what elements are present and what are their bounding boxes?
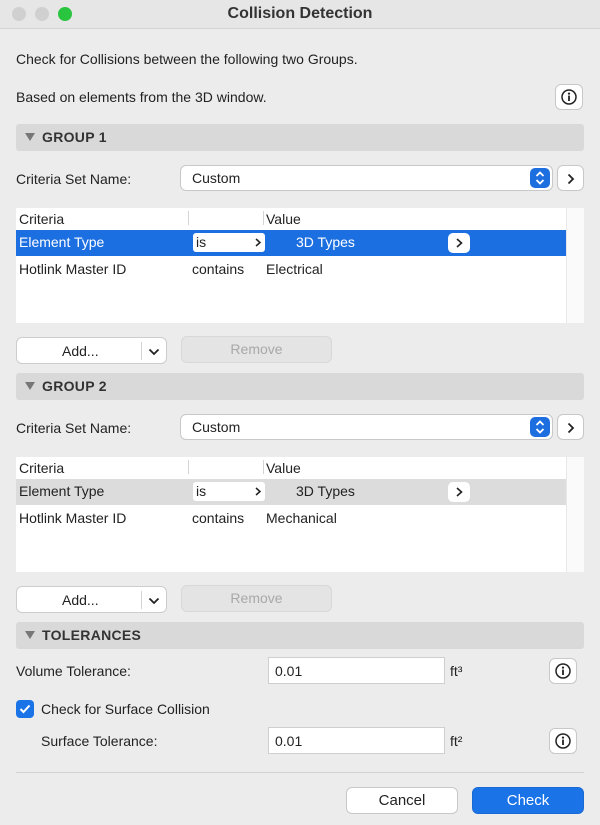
tolerances-header[interactable]: TOLERANCES xyxy=(16,622,584,649)
volume-tolerance-label: Volume Tolerance: xyxy=(16,663,131,679)
table-row[interactable]: Hotlink Master ID contains Electrical xyxy=(16,257,567,283)
operator-popup[interactable]: is xyxy=(193,233,265,252)
table-header: Criteria Value xyxy=(16,457,567,480)
group2-criteria-set-popup[interactable]: Custom xyxy=(180,414,553,440)
window-title: Collision Detection xyxy=(227,5,373,22)
surface-info-button[interactable] xyxy=(549,728,577,754)
value-more-button[interactable] xyxy=(448,233,470,253)
group2-criteria-table: Criteria Value Element Type is 3D Types … xyxy=(16,457,584,572)
group1-criteria-set-popup[interactable]: Custom xyxy=(180,165,553,191)
chevron-right-icon xyxy=(255,238,261,247)
info-icon xyxy=(555,663,571,679)
table-row[interactable]: Hotlink Master ID contains Mechanical xyxy=(16,506,567,532)
intro-text: Check for Collisions between the followi… xyxy=(16,51,358,67)
surface-tolerance-label: Surface Tolerance: xyxy=(41,733,158,749)
chevron-right-icon xyxy=(456,487,463,497)
group1-criteria-set-label: Criteria Set Name: xyxy=(16,171,132,187)
table-scrollbar[interactable] xyxy=(566,457,584,572)
value-more-button[interactable] xyxy=(448,482,470,502)
operator-popup[interactable]: is xyxy=(193,482,265,501)
info-icon xyxy=(555,733,571,749)
chevron-right-icon xyxy=(567,422,575,434)
chevron-right-icon xyxy=(255,487,261,496)
disclosure-triangle-icon xyxy=(25,382,35,390)
group2-criteria-set-more-button[interactable] xyxy=(557,414,584,440)
disclosure-triangle-icon xyxy=(25,133,35,141)
group1-remove-button[interactable]: Remove xyxy=(181,336,332,363)
group1-header[interactable]: GROUP 1 xyxy=(16,124,584,151)
group1-criteria-set-more-button[interactable] xyxy=(557,165,584,191)
surface-tolerance-input[interactable]: 0.01 xyxy=(268,727,445,754)
checkmark-icon xyxy=(19,704,31,714)
group1-add-button[interactable]: Add... xyxy=(16,337,167,364)
check-button[interactable]: Check xyxy=(472,787,584,814)
chevron-down-icon xyxy=(148,348,160,356)
group2-header[interactable]: GROUP 2 xyxy=(16,373,584,400)
chevron-right-icon xyxy=(567,173,575,185)
chevron-right-icon xyxy=(456,238,463,248)
surface-unit: ft² xyxy=(450,733,463,749)
table-row[interactable]: Element Type is 3D Types xyxy=(16,479,567,505)
volume-tolerance-input[interactable]: 0.01 xyxy=(268,657,445,684)
chevron-down-icon xyxy=(148,597,160,605)
surface-collision-checkbox[interactable] xyxy=(16,700,34,718)
cancel-button[interactable]: Cancel xyxy=(346,787,458,814)
group2-add-button[interactable]: Add... xyxy=(16,586,167,613)
table-row[interactable]: Element Type is 3D Types xyxy=(16,230,567,256)
table-header: Criteria Value xyxy=(16,208,567,231)
group2-remove-button[interactable]: Remove xyxy=(181,585,332,612)
volume-info-button[interactable] xyxy=(549,658,577,684)
title-bar: Collision Detection xyxy=(0,0,600,29)
volume-unit: ft³ xyxy=(450,663,463,679)
group2-criteria-set-label: Criteria Set Name: xyxy=(16,420,132,436)
popup-stepper-icon xyxy=(530,417,550,437)
popup-stepper-icon xyxy=(530,168,550,188)
disclosure-triangle-icon xyxy=(25,631,35,639)
surface-collision-label: Check for Surface Collision xyxy=(41,701,210,717)
info-icon xyxy=(561,89,577,105)
table-scrollbar[interactable] xyxy=(566,208,584,323)
info-button[interactable] xyxy=(555,84,583,110)
group1-criteria-table: Criteria Value Element Type is 3D Types … xyxy=(16,208,584,323)
source-text: Based on elements from the 3D window. xyxy=(16,89,267,105)
footer-divider xyxy=(16,772,584,773)
